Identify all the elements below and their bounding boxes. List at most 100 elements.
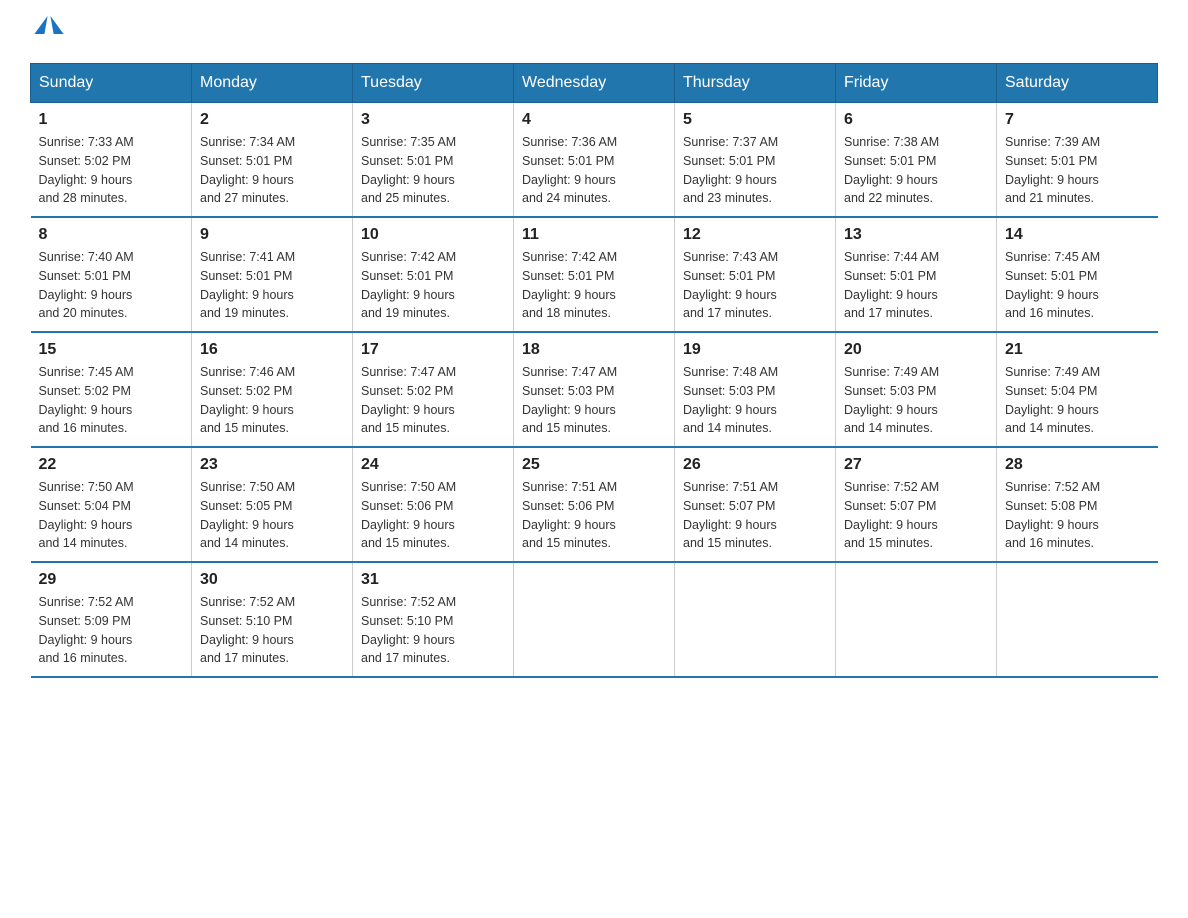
day-number: 28 — [1005, 456, 1150, 474]
calendar-cell: 18 Sunrise: 7:47 AM Sunset: 5:03 PM Dayl… — [514, 332, 675, 447]
day-header-friday: Friday — [836, 64, 997, 103]
calendar-cell: 6 Sunrise: 7:38 AM Sunset: 5:01 PM Dayli… — [836, 103, 997, 218]
day-info: Sunrise: 7:47 AM Sunset: 5:02 PM Dayligh… — [361, 363, 505, 438]
day-header-tuesday: Tuesday — [353, 64, 514, 103]
calendar-cell: 29 Sunrise: 7:52 AM Sunset: 5:09 PM Dayl… — [31, 562, 192, 677]
calendar-cell: 24 Sunrise: 7:50 AM Sunset: 5:06 PM Dayl… — [353, 447, 514, 562]
calendar-cell: 1 Sunrise: 7:33 AM Sunset: 5:02 PM Dayli… — [31, 103, 192, 218]
day-info: Sunrise: 7:50 AM Sunset: 5:06 PM Dayligh… — [361, 478, 505, 553]
calendar-cell: 2 Sunrise: 7:34 AM Sunset: 5:01 PM Dayli… — [192, 103, 353, 218]
day-info: Sunrise: 7:41 AM Sunset: 5:01 PM Dayligh… — [200, 248, 344, 323]
day-info: Sunrise: 7:47 AM Sunset: 5:03 PM Dayligh… — [522, 363, 666, 438]
calendar-week-row: 22 Sunrise: 7:50 AM Sunset: 5:04 PM Dayl… — [31, 447, 1158, 562]
calendar-cell: 28 Sunrise: 7:52 AM Sunset: 5:08 PM Dayl… — [997, 447, 1158, 562]
day-info: Sunrise: 7:50 AM Sunset: 5:04 PM Dayligh… — [39, 478, 184, 553]
calendar-cell — [997, 562, 1158, 677]
calendar-week-row: 15 Sunrise: 7:45 AM Sunset: 5:02 PM Dayl… — [31, 332, 1158, 447]
day-number: 23 — [200, 456, 344, 474]
day-header-saturday: Saturday — [997, 64, 1158, 103]
day-number: 20 — [844, 341, 988, 359]
day-info: Sunrise: 7:52 AM Sunset: 5:09 PM Dayligh… — [39, 593, 184, 668]
calendar-cell: 15 Sunrise: 7:45 AM Sunset: 5:02 PM Dayl… — [31, 332, 192, 447]
day-header-sunday: Sunday — [31, 64, 192, 103]
day-number: 16 — [200, 341, 344, 359]
day-number: 10 — [361, 226, 505, 244]
calendar-week-row: 1 Sunrise: 7:33 AM Sunset: 5:02 PM Dayli… — [31, 103, 1158, 218]
calendar-cell: 11 Sunrise: 7:42 AM Sunset: 5:01 PM Dayl… — [514, 217, 675, 332]
day-number: 25 — [522, 456, 666, 474]
day-number: 14 — [1005, 226, 1150, 244]
day-number: 31 — [361, 571, 505, 589]
day-info: Sunrise: 7:37 AM Sunset: 5:01 PM Dayligh… — [683, 133, 827, 208]
calendar-cell: 4 Sunrise: 7:36 AM Sunset: 5:01 PM Dayli… — [514, 103, 675, 218]
calendar-cell: 8 Sunrise: 7:40 AM Sunset: 5:01 PM Dayli… — [31, 217, 192, 332]
day-info: Sunrise: 7:45 AM Sunset: 5:02 PM Dayligh… — [39, 363, 184, 438]
calendar-header-row: SundayMondayTuesdayWednesdayThursdayFrid… — [31, 64, 1158, 103]
page-header — [30, 20, 1158, 43]
day-info: Sunrise: 7:42 AM Sunset: 5:01 PM Dayligh… — [522, 248, 666, 323]
day-info: Sunrise: 7:43 AM Sunset: 5:01 PM Dayligh… — [683, 248, 827, 323]
day-info: Sunrise: 7:49 AM Sunset: 5:04 PM Dayligh… — [1005, 363, 1150, 438]
calendar-cell: 16 Sunrise: 7:46 AM Sunset: 5:02 PM Dayl… — [192, 332, 353, 447]
day-number: 5 — [683, 111, 827, 129]
calendar-cell: 10 Sunrise: 7:42 AM Sunset: 5:01 PM Dayl… — [353, 217, 514, 332]
day-header-wednesday: Wednesday — [514, 64, 675, 103]
day-info: Sunrise: 7:45 AM Sunset: 5:01 PM Dayligh… — [1005, 248, 1150, 323]
day-info: Sunrise: 7:34 AM Sunset: 5:01 PM Dayligh… — [200, 133, 344, 208]
day-number: 4 — [522, 111, 666, 129]
calendar-cell: 20 Sunrise: 7:49 AM Sunset: 5:03 PM Dayl… — [836, 332, 997, 447]
calendar-week-row: 8 Sunrise: 7:40 AM Sunset: 5:01 PM Dayli… — [31, 217, 1158, 332]
day-number: 24 — [361, 456, 505, 474]
day-number: 26 — [683, 456, 827, 474]
calendar-cell: 25 Sunrise: 7:51 AM Sunset: 5:06 PM Dayl… — [514, 447, 675, 562]
day-info: Sunrise: 7:44 AM Sunset: 5:01 PM Dayligh… — [844, 248, 988, 323]
day-info: Sunrise: 7:52 AM Sunset: 5:10 PM Dayligh… — [361, 593, 505, 668]
day-info: Sunrise: 7:46 AM Sunset: 5:02 PM Dayligh… — [200, 363, 344, 438]
calendar-cell: 31 Sunrise: 7:52 AM Sunset: 5:10 PM Dayl… — [353, 562, 514, 677]
day-number: 2 — [200, 111, 344, 129]
day-header-thursday: Thursday — [675, 64, 836, 103]
day-info: Sunrise: 7:52 AM Sunset: 5:08 PM Dayligh… — [1005, 478, 1150, 553]
day-number: 18 — [522, 341, 666, 359]
day-info: Sunrise: 7:36 AM Sunset: 5:01 PM Dayligh… — [522, 133, 666, 208]
day-number: 7 — [1005, 111, 1150, 129]
calendar-cell: 3 Sunrise: 7:35 AM Sunset: 5:01 PM Dayli… — [353, 103, 514, 218]
day-info: Sunrise: 7:39 AM Sunset: 5:01 PM Dayligh… — [1005, 133, 1150, 208]
logo — [30, 20, 62, 43]
calendar-cell — [675, 562, 836, 677]
day-info: Sunrise: 7:42 AM Sunset: 5:01 PM Dayligh… — [361, 248, 505, 323]
calendar-cell: 5 Sunrise: 7:37 AM Sunset: 5:01 PM Dayli… — [675, 103, 836, 218]
calendar-cell: 19 Sunrise: 7:48 AM Sunset: 5:03 PM Dayl… — [675, 332, 836, 447]
day-info: Sunrise: 7:51 AM Sunset: 5:07 PM Dayligh… — [683, 478, 827, 553]
day-info: Sunrise: 7:38 AM Sunset: 5:01 PM Dayligh… — [844, 133, 988, 208]
calendar-cell: 12 Sunrise: 7:43 AM Sunset: 5:01 PM Dayl… — [675, 217, 836, 332]
day-number: 12 — [683, 226, 827, 244]
day-number: 27 — [844, 456, 988, 474]
day-info: Sunrise: 7:50 AM Sunset: 5:05 PM Dayligh… — [200, 478, 344, 553]
day-number: 8 — [39, 226, 184, 244]
day-number: 6 — [844, 111, 988, 129]
day-number: 30 — [200, 571, 344, 589]
day-number: 22 — [39, 456, 184, 474]
calendar-cell: 14 Sunrise: 7:45 AM Sunset: 5:01 PM Dayl… — [997, 217, 1158, 332]
day-number: 3 — [361, 111, 505, 129]
calendar-cell: 23 Sunrise: 7:50 AM Sunset: 5:05 PM Dayl… — [192, 447, 353, 562]
calendar-cell: 27 Sunrise: 7:52 AM Sunset: 5:07 PM Dayl… — [836, 447, 997, 562]
day-number: 13 — [844, 226, 988, 244]
day-number: 29 — [39, 571, 184, 589]
day-number: 17 — [361, 341, 505, 359]
calendar-cell: 26 Sunrise: 7:51 AM Sunset: 5:07 PM Dayl… — [675, 447, 836, 562]
calendar-cell: 7 Sunrise: 7:39 AM Sunset: 5:01 PM Dayli… — [997, 103, 1158, 218]
calendar-cell: 21 Sunrise: 7:49 AM Sunset: 5:04 PM Dayl… — [997, 332, 1158, 447]
day-info: Sunrise: 7:35 AM Sunset: 5:01 PM Dayligh… — [361, 133, 505, 208]
day-number: 1 — [39, 111, 184, 129]
calendar-week-row: 29 Sunrise: 7:52 AM Sunset: 5:09 PM Dayl… — [31, 562, 1158, 677]
day-number: 11 — [522, 226, 666, 244]
day-number: 21 — [1005, 341, 1150, 359]
day-info: Sunrise: 7:52 AM Sunset: 5:10 PM Dayligh… — [200, 593, 344, 668]
day-info: Sunrise: 7:52 AM Sunset: 5:07 PM Dayligh… — [844, 478, 988, 553]
day-number: 19 — [683, 341, 827, 359]
calendar-cell: 13 Sunrise: 7:44 AM Sunset: 5:01 PM Dayl… — [836, 217, 997, 332]
day-info: Sunrise: 7:40 AM Sunset: 5:01 PM Dayligh… — [39, 248, 184, 323]
day-number: 15 — [39, 341, 184, 359]
